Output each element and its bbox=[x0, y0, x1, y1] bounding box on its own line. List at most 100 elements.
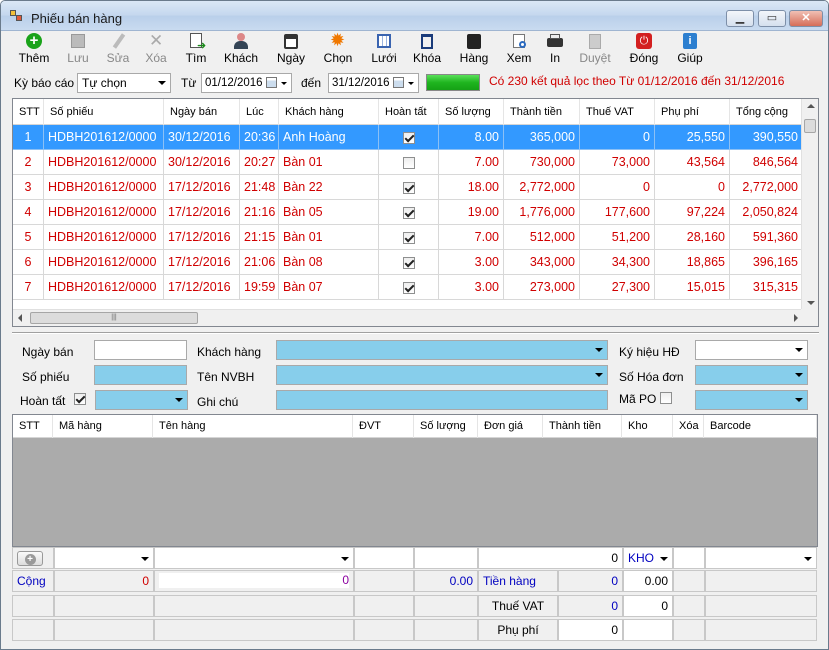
orders-grid[interactable]: STT Số phiếu Ngày bán Lúc Khách hàng Hoàn tất… bbox=[12, 98, 819, 327]
voucher-number-input[interactable] bbox=[94, 365, 187, 385]
column-header[interactable]: Tên hàng bbox=[153, 415, 353, 438]
gear-button[interactable]: ✹ Chọn bbox=[321, 30, 355, 67]
help-button[interactable]: i Giúp bbox=[675, 33, 705, 67]
barcode-select[interactable] bbox=[705, 547, 817, 569]
cell-luc: 21:16 bbox=[240, 200, 279, 225]
from-date-picker[interactable]: 01/12/2016 bbox=[201, 73, 292, 93]
column-header[interactable]: Thành tiền bbox=[504, 99, 580, 125]
po-code-select[interactable] bbox=[695, 390, 808, 410]
vat-percent[interactable]: 0 bbox=[623, 595, 673, 617]
to-date-picker[interactable]: 31/12/2016 bbox=[328, 73, 419, 93]
item-code-select[interactable] bbox=[54, 547, 154, 569]
quantity-cell[interactable] bbox=[414, 547, 478, 569]
column-header[interactable]: Mã hàng bbox=[53, 415, 153, 438]
completed-checkbox[interactable] bbox=[402, 256, 415, 269]
preview-button[interactable]: Xem bbox=[505, 33, 533, 67]
add-button[interactable]: + Thêm bbox=[18, 33, 50, 67]
scroll-left-icon[interactable] bbox=[18, 314, 22, 322]
customer-button[interactable]: Khách bbox=[222, 33, 260, 67]
completed-checkbox[interactable] bbox=[402, 156, 415, 169]
surcharge-input[interactable]: 0 bbox=[558, 619, 623, 641]
goods-button[interactable]: Hàng bbox=[456, 33, 492, 67]
column-header[interactable]: Số lượng bbox=[414, 415, 478, 438]
power-button[interactable]: ⏻ Đóng bbox=[627, 33, 661, 67]
table-row[interactable]: 1 HDBH201612/0000 30/12/2016 20:36 Anh Hoàng… bbox=[13, 125, 803, 150]
column-header[interactable]: Thành tiền bbox=[543, 415, 622, 438]
completed-checkbox[interactable] bbox=[402, 206, 415, 219]
customer-select[interactable] bbox=[276, 340, 608, 360]
column-header[interactable]: Thuế VAT bbox=[580, 99, 655, 125]
delete-button[interactable]: ✕ Xóa bbox=[142, 31, 170, 67]
column-header[interactable]: Số lượng bbox=[439, 99, 504, 125]
scroll-thumb[interactable]: ||| bbox=[30, 312, 198, 324]
close-button[interactable]: ✕ bbox=[789, 10, 823, 27]
invoice-number-select[interactable] bbox=[695, 365, 808, 385]
cell-tc: 315,315 bbox=[730, 275, 803, 300]
salesperson-select[interactable] bbox=[276, 365, 608, 385]
column-header[interactable]: Số phiếu bbox=[44, 99, 164, 125]
vertical-scrollbar[interactable] bbox=[801, 99, 818, 310]
column-header[interactable]: Phụ phí bbox=[655, 99, 730, 125]
cell-pp: 15,015 bbox=[655, 275, 730, 300]
column-header[interactable]: Kho bbox=[622, 415, 673, 438]
column-header[interactable]: Xóa bbox=[673, 415, 704, 438]
table-row[interactable]: 3 HDBH201612/0000 17/12/2016 21:48 Bàn 22 18.… bbox=[13, 175, 803, 200]
column-header[interactable]: Tổng cộng bbox=[730, 99, 803, 125]
approve-button[interactable]: Duyệt bbox=[577, 33, 613, 67]
price-total-cell[interactable]: 0 bbox=[478, 547, 623, 569]
goods-amount-pct[interactable]: 0.00 bbox=[623, 570, 673, 592]
table-row[interactable]: 7 HDBH201612/0000 17/12/2016 19:59 Bàn 07 3.0… bbox=[13, 275, 803, 300]
table-row[interactable]: 4 HDBH201612/0000 17/12/2016 21:16 Bàn 05 19.… bbox=[13, 200, 803, 225]
scroll-up-icon[interactable] bbox=[807, 104, 815, 108]
completed-checkbox[interactable] bbox=[402, 181, 415, 194]
scroll-down-icon[interactable] bbox=[807, 301, 815, 305]
completed-checkbox[interactable] bbox=[402, 281, 415, 294]
column-header[interactable]: Lúc bbox=[240, 99, 279, 125]
unit-cell[interactable] bbox=[354, 547, 414, 569]
maximize-button[interactable]: ▭ bbox=[758, 10, 786, 27]
column-header[interactable]: Khách hàng bbox=[279, 99, 379, 125]
lock-button[interactable]: Khóa bbox=[412, 33, 442, 67]
column-header[interactable]: STT bbox=[13, 99, 44, 125]
add-item-button[interactable]: + bbox=[17, 551, 43, 566]
completed-status-select[interactable] bbox=[95, 390, 188, 410]
completed-checkbox[interactable] bbox=[402, 131, 415, 144]
sale-date-input[interactable] bbox=[94, 340, 187, 360]
chevron-down-icon bbox=[595, 373, 603, 377]
column-header[interactable]: Ngày bán bbox=[164, 99, 240, 125]
column-header[interactable]: Đơn giá bbox=[478, 415, 543, 438]
grid-button[interactable]: Lưới bbox=[369, 33, 399, 67]
minimize-button[interactable]: ▁ bbox=[726, 10, 754, 27]
table-row-partial[interactable] bbox=[13, 300, 803, 306]
warehouse-select[interactable]: KHO bbox=[623, 547, 673, 569]
delete-cell[interactable] bbox=[673, 547, 705, 569]
scroll-thumb[interactable] bbox=[804, 119, 816, 133]
po-code-checkbox[interactable] bbox=[660, 392, 672, 404]
horizontal-scrollbar[interactable]: ||| bbox=[13, 309, 803, 326]
table-row[interactable]: 2 HDBH201612/0000 30/12/2016 20:27 Bàn 01 7.0… bbox=[13, 150, 803, 175]
invoice-symbol-label: Ký hiệu HĐ bbox=[619, 345, 680, 359]
column-header[interactable]: ĐVT bbox=[353, 415, 414, 438]
column-header[interactable]: Barcode bbox=[704, 415, 817, 438]
calendar-button[interactable]: Ngày bbox=[274, 33, 308, 67]
scroll-right-icon[interactable] bbox=[794, 314, 798, 322]
items-grid[interactable]: STT Mã hàng Tên hàng ĐVT Số lượng Đơn giá Thàn… bbox=[12, 414, 818, 547]
table-row[interactable]: 6 HDBH201612/0000 17/12/2016 21:06 Bàn 08 3.0… bbox=[13, 250, 803, 275]
column-header[interactable]: Hoàn tất bbox=[379, 99, 439, 125]
table-row[interactable]: 5 HDBH201612/0000 17/12/2016 21:15 Bàn 01 7.0… bbox=[13, 225, 803, 250]
completed-checkbox[interactable] bbox=[402, 231, 415, 244]
column-header[interactable]: STT bbox=[13, 415, 53, 438]
goods-amount-value: 0 bbox=[558, 570, 623, 592]
chevron-down-icon bbox=[175, 398, 183, 402]
printer-button[interactable]: In bbox=[545, 33, 565, 67]
note-input[interactable] bbox=[276, 390, 608, 410]
edit-button[interactable]: Sửa bbox=[104, 33, 132, 67]
completed-cell bbox=[379, 125, 439, 150]
completed-checkbox[interactable] bbox=[74, 393, 86, 405]
period-select[interactable]: Tự chọn bbox=[77, 73, 171, 93]
save-button[interactable]: Lưu bbox=[64, 33, 92, 67]
find-button[interactable]: ➜ Tìm bbox=[182, 33, 210, 67]
item-name-select[interactable] bbox=[154, 547, 354, 569]
invoice-symbol-select[interactable] bbox=[695, 340, 808, 360]
surcharge-extra-input[interactable] bbox=[623, 619, 673, 641]
